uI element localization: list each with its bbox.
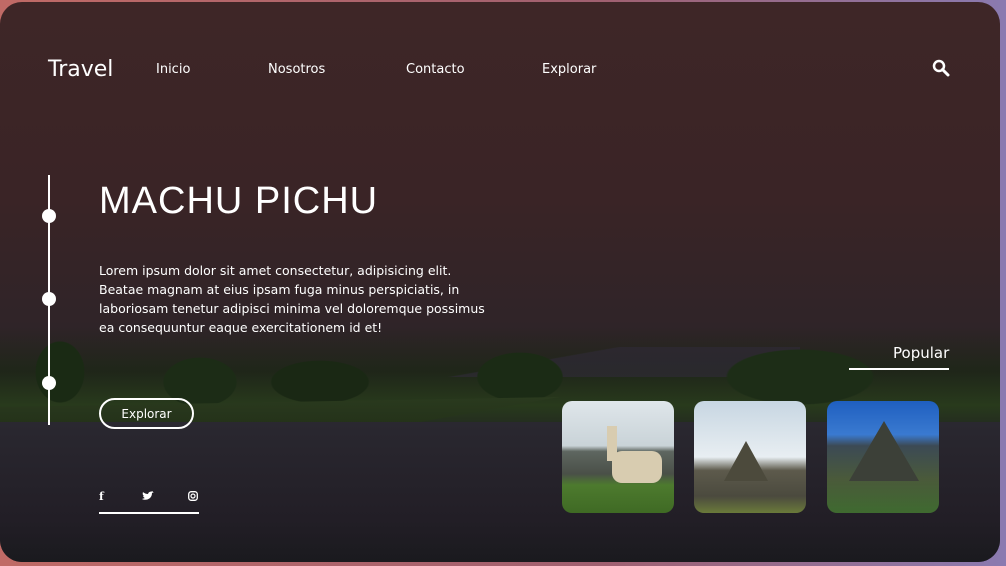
- nav-explorar[interactable]: Explorar: [542, 62, 596, 77]
- popular-card-huayna-picchu[interactable]: [694, 401, 806, 513]
- explore-button[interactable]: Explorar: [99, 398, 194, 429]
- page-title: MACHU PICHU: [99, 180, 379, 222]
- social-underline: [99, 512, 199, 514]
- hero-description: Lorem ipsum dolor sit amet consectetur, …: [99, 263, 485, 335]
- slide-dot-2[interactable]: [42, 292, 56, 306]
- logo[interactable]: Travel: [48, 57, 113, 82]
- popular-card-llama[interactable]: [562, 401, 674, 513]
- nav-inicio[interactable]: Inicio: [156, 62, 190, 77]
- popular-underline: [849, 368, 949, 370]
- popular-card-machu-picchu[interactable]: [827, 401, 939, 513]
- slide-dot-3[interactable]: [42, 376, 56, 390]
- search-icon[interactable]: [932, 59, 950, 77]
- facebook-icon[interactable]: f: [99, 490, 104, 503]
- twitter-icon[interactable]: [142, 491, 154, 501]
- popular-label: Popular: [893, 344, 950, 362]
- slide-dot-1[interactable]: [42, 209, 56, 223]
- instagram-icon[interactable]: [188, 491, 198, 501]
- nav-contacto[interactable]: Contacto: [406, 62, 465, 77]
- nav-nosotros[interactable]: Nosotros: [268, 62, 325, 77]
- hero-section: Travel Inicio Nosotros Contacto Explorar…: [0, 2, 1000, 562]
